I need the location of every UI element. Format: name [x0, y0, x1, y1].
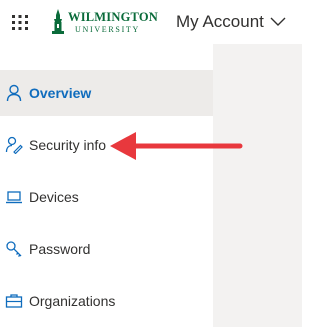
sidebar-item-label: Organizations	[29, 293, 116, 309]
person-key-icon	[5, 136, 23, 154]
sidebar-item-overview[interactable]: Overview	[0, 70, 213, 116]
university-logo[interactable]: WILMINGTON UNIVERSITY	[50, 8, 158, 38]
sidebar-item-label: Password	[29, 241, 91, 257]
briefcase-icon	[5, 292, 23, 310]
sidebar-item-organizations[interactable]: Organizations	[0, 278, 213, 324]
chevron-down-icon	[270, 17, 286, 26]
person-icon	[5, 84, 23, 102]
logo-line-1: WILMINGTON	[68, 10, 158, 24]
top-header: WILMINGTON UNIVERSITY My Account	[0, 0, 302, 44]
sidebar-item-security-info[interactable]: Security info	[0, 122, 213, 168]
tower-logo-icon	[52, 9, 64, 34]
key-icon	[5, 240, 23, 258]
logo-line-2: UNIVERSITY	[75, 25, 140, 34]
app-launcher-icon[interactable]	[8, 10, 32, 34]
sidebar-item-devices[interactable]: Devices	[0, 174, 213, 220]
main-content-area	[213, 44, 302, 327]
sidebar-item-label: Security info	[29, 137, 107, 153]
sidebar-item-password[interactable]: Password	[0, 226, 213, 272]
sidebar-item-label: Overview	[29, 85, 92, 101]
laptop-icon	[5, 188, 23, 206]
sidebar-nav: Overview Security info Devices Password …	[0, 44, 213, 327]
sidebar-item-label: Devices	[29, 189, 79, 205]
my-account-menu[interactable]: My Account	[176, 11, 286, 33]
account-label: My Account	[176, 12, 264, 31]
